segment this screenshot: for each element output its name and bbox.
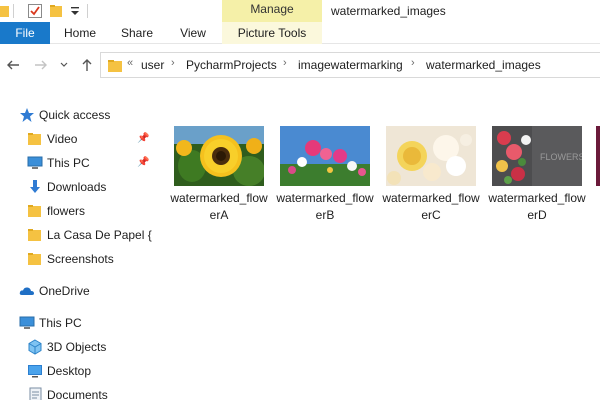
partial-thumbnail [596,126,600,186]
nav-item-documents[interactable]: Documents [0,384,152,400]
tab-home[interactable]: Home [58,22,102,44]
properties-check-icon[interactable] [27,3,43,19]
navigation-pane: Quick access Video 📌 This PC 📌 Downloads… [0,92,152,400]
tab-file[interactable]: File [0,22,50,44]
desktop-icon [28,365,42,378]
nav-item-label: 3D Objects [47,340,107,354]
breadcrumb-watermarked-images[interactable]: watermarked_images [426,58,541,72]
breadcrumb-imagewatermarking[interactable]: imagewatermarking [298,58,403,72]
file-list: watermarked_flowerA watermarked_flowerB [170,120,600,400]
folder-icon [108,60,122,72]
customize-toolbar-icon[interactable] [67,3,83,19]
folder-icon [28,133,41,145]
tab-share[interactable]: Share [114,22,160,44]
tab-view[interactable]: View [172,22,214,44]
file-name: watermarked_flowerD [488,191,586,222]
nav-item-label: This PC [47,156,90,170]
breadcrumb-separator: › [283,57,287,69]
file-item[interactable]: watermarked_flowerB [276,120,374,230]
breadcrumb-user[interactable]: user [141,58,164,72]
nav-item-onedrive[interactable]: OneDrive [0,280,152,302]
nav-item-label: Quick access [39,108,111,122]
nav-item-label: Screenshots [47,252,114,266]
back-button[interactable] [4,56,22,74]
file-name: watermarked_flowerC [382,191,480,222]
address-bar[interactable]: « user › PycharmProjects › imagewatermar… [100,52,600,78]
file-item-partial[interactable] [594,120,600,230]
nav-item-this-pc[interactable]: This PC [0,312,152,334]
nav-item-this-pc-pinned[interactable]: This PC 📌 [0,152,152,174]
nav-item-label: Desktop [47,364,92,378]
nav-item-screenshots[interactable]: Screenshots [0,248,152,270]
computer-icon [19,316,35,329]
chevron-down-icon [60,62,68,67]
up-arrow-icon [82,59,92,71]
breadcrumb-pycharmprojects[interactable]: PycharmProjects [186,58,277,72]
pin-icon[interactable]: 📌 [137,133,149,144]
manage-tab[interactable]: Manage [222,0,322,22]
computer-icon [27,156,43,169]
breadcrumb-overflow[interactable]: « [127,57,133,69]
nav-item-label: This PC [39,316,82,330]
nav-item-label: OneDrive [39,284,90,298]
forward-button[interactable] [32,56,50,74]
documents-icon [29,387,42,400]
nav-item-label: flowers [47,204,86,218]
pin-icon[interactable]: 📌 [137,157,149,168]
file-name: watermarked_flowerB [276,191,374,222]
cube-icon [28,339,42,355]
nav-item-downloads[interactable]: Downloads [0,176,152,198]
address-row: « user › PycharmProjects › imagewatermar… [0,50,600,80]
flowers-dark-thumbnail: FLOWERS [492,126,582,186]
nav-item-label: Downloads [47,180,107,194]
file-name: watermarked_flowerA [170,191,268,222]
nav-item-flowers[interactable]: flowers [0,200,152,222]
forward-arrow-icon [35,60,47,70]
sunflower [200,135,242,177]
up-button[interactable] [78,56,96,74]
watermark-text: FLOWERS [540,152,582,162]
title-bar: Manage watermarked_images [0,0,600,22]
star-icon [20,108,34,122]
breadcrumb-separator: › [171,57,175,69]
folder-icon [28,205,41,217]
toolbar-separator [87,4,88,18]
recent-locations-button[interactable] [58,56,70,74]
nav-item-quick-access[interactable]: Quick access [0,104,152,126]
file-item[interactable]: FLOWERS watermarked_flowerD [488,120,586,230]
pink-flowers-thumbnail [280,126,370,186]
tab-picture-tools[interactable]: Picture Tools [222,22,322,44]
file-item[interactable]: watermarked_flowerA [170,120,268,230]
nav-item-desktop[interactable]: Desktop [0,360,152,382]
nav-item-la-casa-de-papel[interactable]: La Casa De Papel {M [0,224,152,246]
download-arrow-icon [30,180,40,193]
ribbon-tabs: File Home Share View Picture Tools [0,22,600,44]
back-arrow-icon [7,60,19,70]
cloud-icon [19,287,34,295]
nav-item-label: Video [47,132,78,146]
new-folder-icon[interactable] [49,3,65,19]
nav-item-label: La Casa De Papel {M [47,228,152,242]
toolbar-separator [13,4,14,18]
nav-item-label: Documents [47,388,108,400]
sunflower-thumbnail [174,126,264,186]
folder-icon [28,253,41,265]
folder-icon [28,229,41,241]
breadcrumb-separator: › [411,57,415,69]
window-title: watermarked_images [331,4,446,18]
file-item[interactable]: watermarked_flowerC [382,120,480,230]
nav-item-video[interactable]: Video 📌 [0,128,152,150]
roses-thumbnail [386,126,476,186]
nav-item-3d-objects[interactable]: 3D Objects [0,336,152,358]
